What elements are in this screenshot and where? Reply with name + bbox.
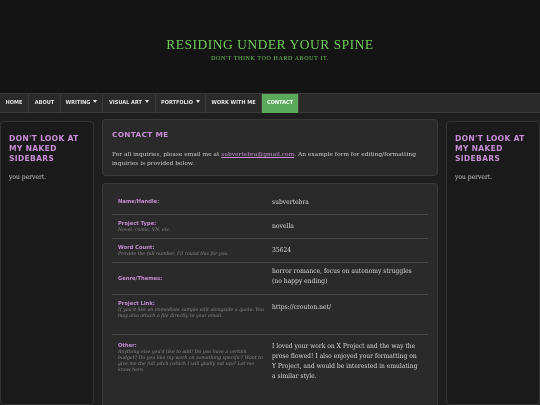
form-field-label: Word Count: xyxy=(118,245,155,251)
form-field-value: novella xyxy=(272,223,294,230)
form-field-hint: Provide the full number, I'll round this… xyxy=(118,252,229,257)
form-row-project-link: Project Link: If you'd like an immediate… xyxy=(112,295,428,335)
chevron-down-icon xyxy=(93,100,98,103)
form-row-genre: Genre/Themes: horror romance, focus on a… xyxy=(112,263,428,295)
nav-item-portfolio[interactable]: PORTFOLIO xyxy=(156,94,206,113)
form-row-project-type: Project Type: Novel, comic, VN, etc. nov… xyxy=(112,215,428,239)
form-field-cell: Project Type: Novel, comic, VN, etc. xyxy=(112,215,272,238)
form-field-cell: Word Count: Provide the full number, I'l… xyxy=(112,239,272,262)
nav-item-label: ABOUT xyxy=(34,100,55,106)
form-field-cell: Other: Anything else you'd like to add! … xyxy=(112,335,272,391)
form-field-value: https://crouton.net/ xyxy=(272,304,332,311)
nav-item-label: WRITING xyxy=(65,100,91,106)
email-link[interactable]: subvertebra@gmail.com xyxy=(221,152,294,158)
chevron-down-icon xyxy=(144,100,149,103)
site-header: RESIDING UNDER YOUR SPINE DON'T THINK TO… xyxy=(0,0,540,93)
form-row-name: Name/Handle: subvertebra xyxy=(112,191,428,215)
contact-section: CONTACT ME For all inquiries, please ema… xyxy=(102,119,438,176)
site-subtitle: DON'T THINK TOO HARD ABOUT IT. xyxy=(211,56,329,62)
nav-item-about[interactable]: ABOUT xyxy=(29,94,61,113)
nav-item-writing[interactable]: WRITING xyxy=(61,94,103,113)
form-field-label: Other: xyxy=(118,343,137,349)
form-row-other: Other: Anything else you'd like to add! … xyxy=(112,335,428,391)
nav-item-label: PORTFOLIO xyxy=(161,100,193,106)
form-field-cell: Name/Handle: xyxy=(112,191,272,214)
form-field-value: I loved your work on X Project and the w… xyxy=(272,343,418,380)
contact-title: CONTACT ME xyxy=(112,130,169,139)
form-field-value: 35624 xyxy=(272,247,292,254)
form-field-value: horror romance, focus on autonomy strugg… xyxy=(272,268,412,285)
nav-item-label: HOME xyxy=(5,100,23,106)
form-field-hint: Novel, comic, VN, etc. xyxy=(118,228,171,233)
nav-item-visual-art[interactable]: VISUAL ART xyxy=(103,94,156,113)
form-field-hint: If you'd like an immediate sample edit a… xyxy=(118,308,265,319)
form-field-label: Project Type: xyxy=(118,221,157,227)
sidebar-text: you pervert. xyxy=(455,174,493,181)
nav-item-label: CONTACT xyxy=(266,100,294,106)
nav-item-home[interactable]: HOME xyxy=(0,94,29,113)
chevron-down-icon xyxy=(195,100,200,103)
sidebar-title: DON'T LOOK AT MY NAKED SIDEBARS xyxy=(455,134,525,163)
nav-item-contact[interactable]: CONTACT xyxy=(262,94,299,113)
form-field-hint: Anything else you'd like to add! Do you … xyxy=(118,350,263,373)
left-sidebar: DON'T LOOK AT MY NAKED SIDEBARS you perv… xyxy=(0,121,94,405)
form-field-label: Genre/Themes: xyxy=(118,276,163,282)
contact-text: For all inquiries, please email me at su… xyxy=(112,151,428,168)
sidebar-title: DON'T LOOK AT MY NAKED SIDEBARS xyxy=(9,134,79,163)
contact-text-before: For all inquiries, please email me at xyxy=(112,152,222,158)
form-field-value: subvertebra xyxy=(272,199,309,206)
main-nav: HOME ABOUT WRITING VISUAL ART PORTFOLIO … xyxy=(0,93,540,113)
form-field-cell: Project Link: If you'd like an immediate… xyxy=(112,295,272,334)
nav-item-label: VISUAL ART xyxy=(109,100,142,106)
nav-item-label: WORK WITH ME xyxy=(211,100,256,106)
form-field-cell: Genre/Themes: xyxy=(112,263,272,294)
sidebar-text: you pervert. xyxy=(9,174,47,181)
site-title[interactable]: RESIDING UNDER YOUR SPINE xyxy=(0,37,540,53)
form-row-word-count: Word Count: Provide the full number, I'l… xyxy=(112,239,428,263)
nav-item-work-with-me[interactable]: WORK WITH ME xyxy=(206,94,262,113)
right-sidebar: DON'T LOOK AT MY NAKED SIDEBARS you perv… xyxy=(446,121,540,405)
inquiry-form-example: Name/Handle: subvertebra Project Type: N… xyxy=(102,183,438,405)
form-field-label: Name/Handle: xyxy=(118,199,160,205)
form-field-label: Project Link: xyxy=(118,301,155,307)
